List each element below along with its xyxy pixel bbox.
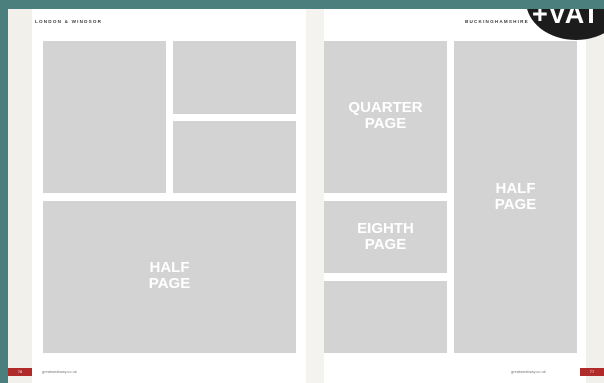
vat-badge-text: +VAT (532, 9, 600, 29)
right-page-margin (586, 9, 604, 383)
center-gutter (306, 9, 324, 383)
quarter-page-ad-placeholder: QUARTER PAGE (324, 41, 447, 193)
right-bottom-ad-placeholder (324, 281, 447, 353)
eighth-page-ad-placeholder: EIGHTH PAGE (324, 201, 447, 273)
right-running-head: BUCKINGHAMSHIRE (465, 19, 529, 24)
left-footer-url: greatwestway.co.uk (42, 369, 77, 374)
eighth-page-label: EIGHTH PAGE (357, 220, 414, 253)
left-half-page-ad-placeholder: HALF PAGE (43, 201, 296, 353)
left-page-number: 76 (8, 368, 32, 376)
magazine-spread: LONDON & WINDSOR BUCKINGHAMSHIRE HALF PA… (8, 9, 604, 383)
quarter-page-label: QUARTER PAGE (348, 99, 423, 132)
left-tall-ad-placeholder (43, 41, 166, 193)
right-page-number: 77 (580, 368, 604, 376)
right-half-page-ad-placeholder: HALF PAGE (454, 41, 577, 353)
left-lower-small-ad-placeholder (173, 121, 296, 193)
left-running-head: LONDON & WINDSOR (35, 19, 103, 24)
left-upper-small-ad-placeholder (173, 41, 296, 114)
left-half-page-label: HALF PAGE (148, 259, 191, 292)
left-page-margin (8, 9, 32, 383)
right-half-page-label: HALF PAGE (494, 180, 537, 213)
right-footer-url: greatwestway.co.uk (511, 369, 546, 374)
